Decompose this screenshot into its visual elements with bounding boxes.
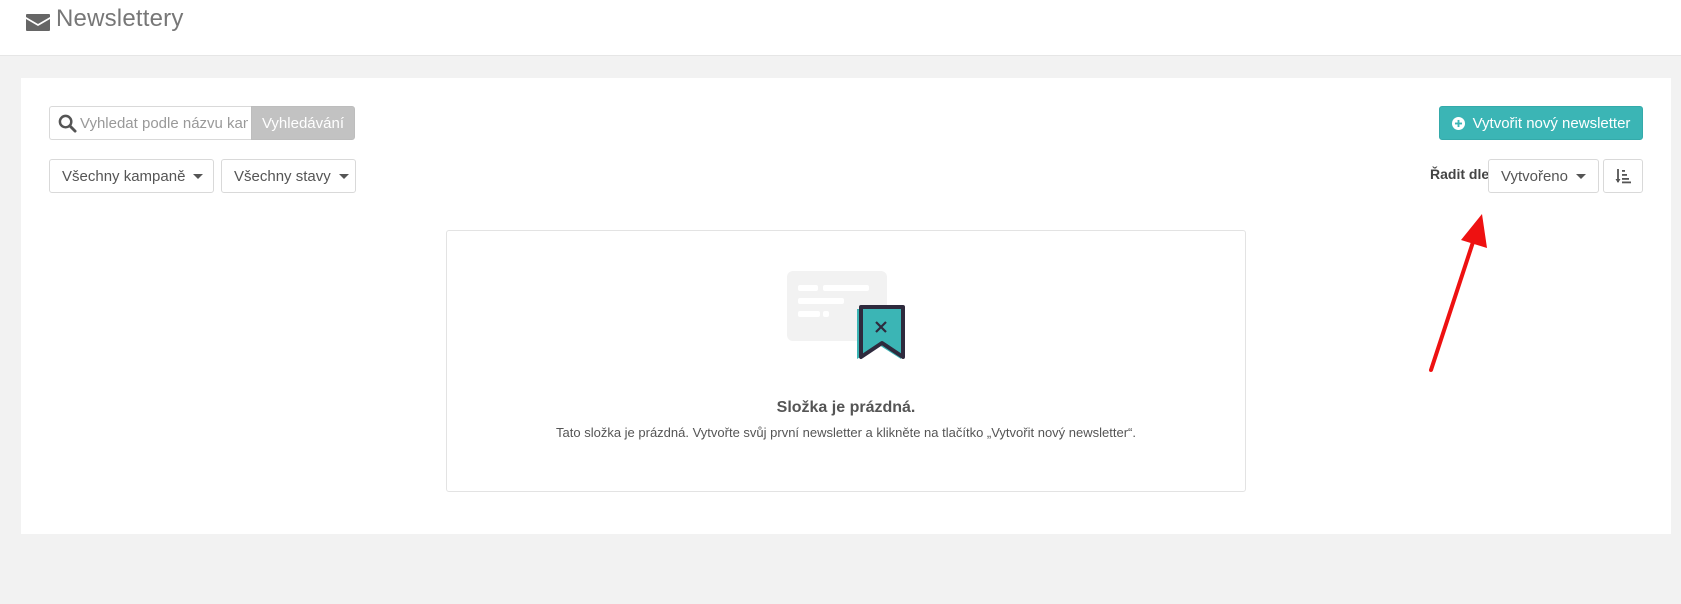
sort-order-button[interactable]: [1603, 159, 1643, 193]
empty-state-box: Složka je prázdná. Tato složka je prázdn…: [446, 230, 1246, 492]
sort-by-dropdown[interactable]: Vytvořeno: [1488, 159, 1599, 193]
chevron-down-icon: [193, 173, 204, 179]
search-icon: [58, 114, 77, 133]
empty-state-text: Tato složka je prázdná. Vytvořte svůj pr…: [556, 425, 1136, 440]
create-newsletter-button[interactable]: Vytvořit nový newsletter: [1439, 106, 1643, 140]
main-panel: Vyhledávání Všechny kampaně Všechny stav…: [21, 78, 1671, 534]
search-input[interactable]: [80, 107, 248, 139]
chevron-down-icon: [1575, 173, 1586, 179]
page-title: Newslettery: [56, 5, 184, 32]
create-newsletter-label: Vytvořit nový newsletter: [1472, 114, 1631, 132]
sort-amount-icon: [1615, 169, 1631, 184]
plus-circle-icon: [1451, 116, 1465, 130]
annotation-arrow: [1429, 214, 1487, 372]
sort-label: Řadit dle: [1430, 166, 1490, 182]
chevron-down-icon: [338, 173, 349, 179]
search-group: Vyhledávání: [49, 106, 355, 140]
search-field-wrapper: [49, 106, 251, 140]
envelope-icon: [26, 14, 50, 31]
page-header: Newslettery: [0, 0, 1681, 56]
campaign-filter-label: Všechny kampaně: [62, 167, 186, 185]
empty-state-title: Složka je prázdná.: [776, 399, 916, 416]
state-filter-label: Všechny stavy: [234, 167, 331, 185]
sort-by-value: Vytvořeno: [1501, 167, 1568, 185]
empty-folder-illustration: [787, 271, 905, 359]
state-filter-dropdown[interactable]: Všechny stavy: [221, 159, 356, 193]
campaign-filter-dropdown[interactable]: Všechny kampaně: [49, 159, 214, 193]
search-button[interactable]: Vyhledávání: [251, 106, 355, 140]
